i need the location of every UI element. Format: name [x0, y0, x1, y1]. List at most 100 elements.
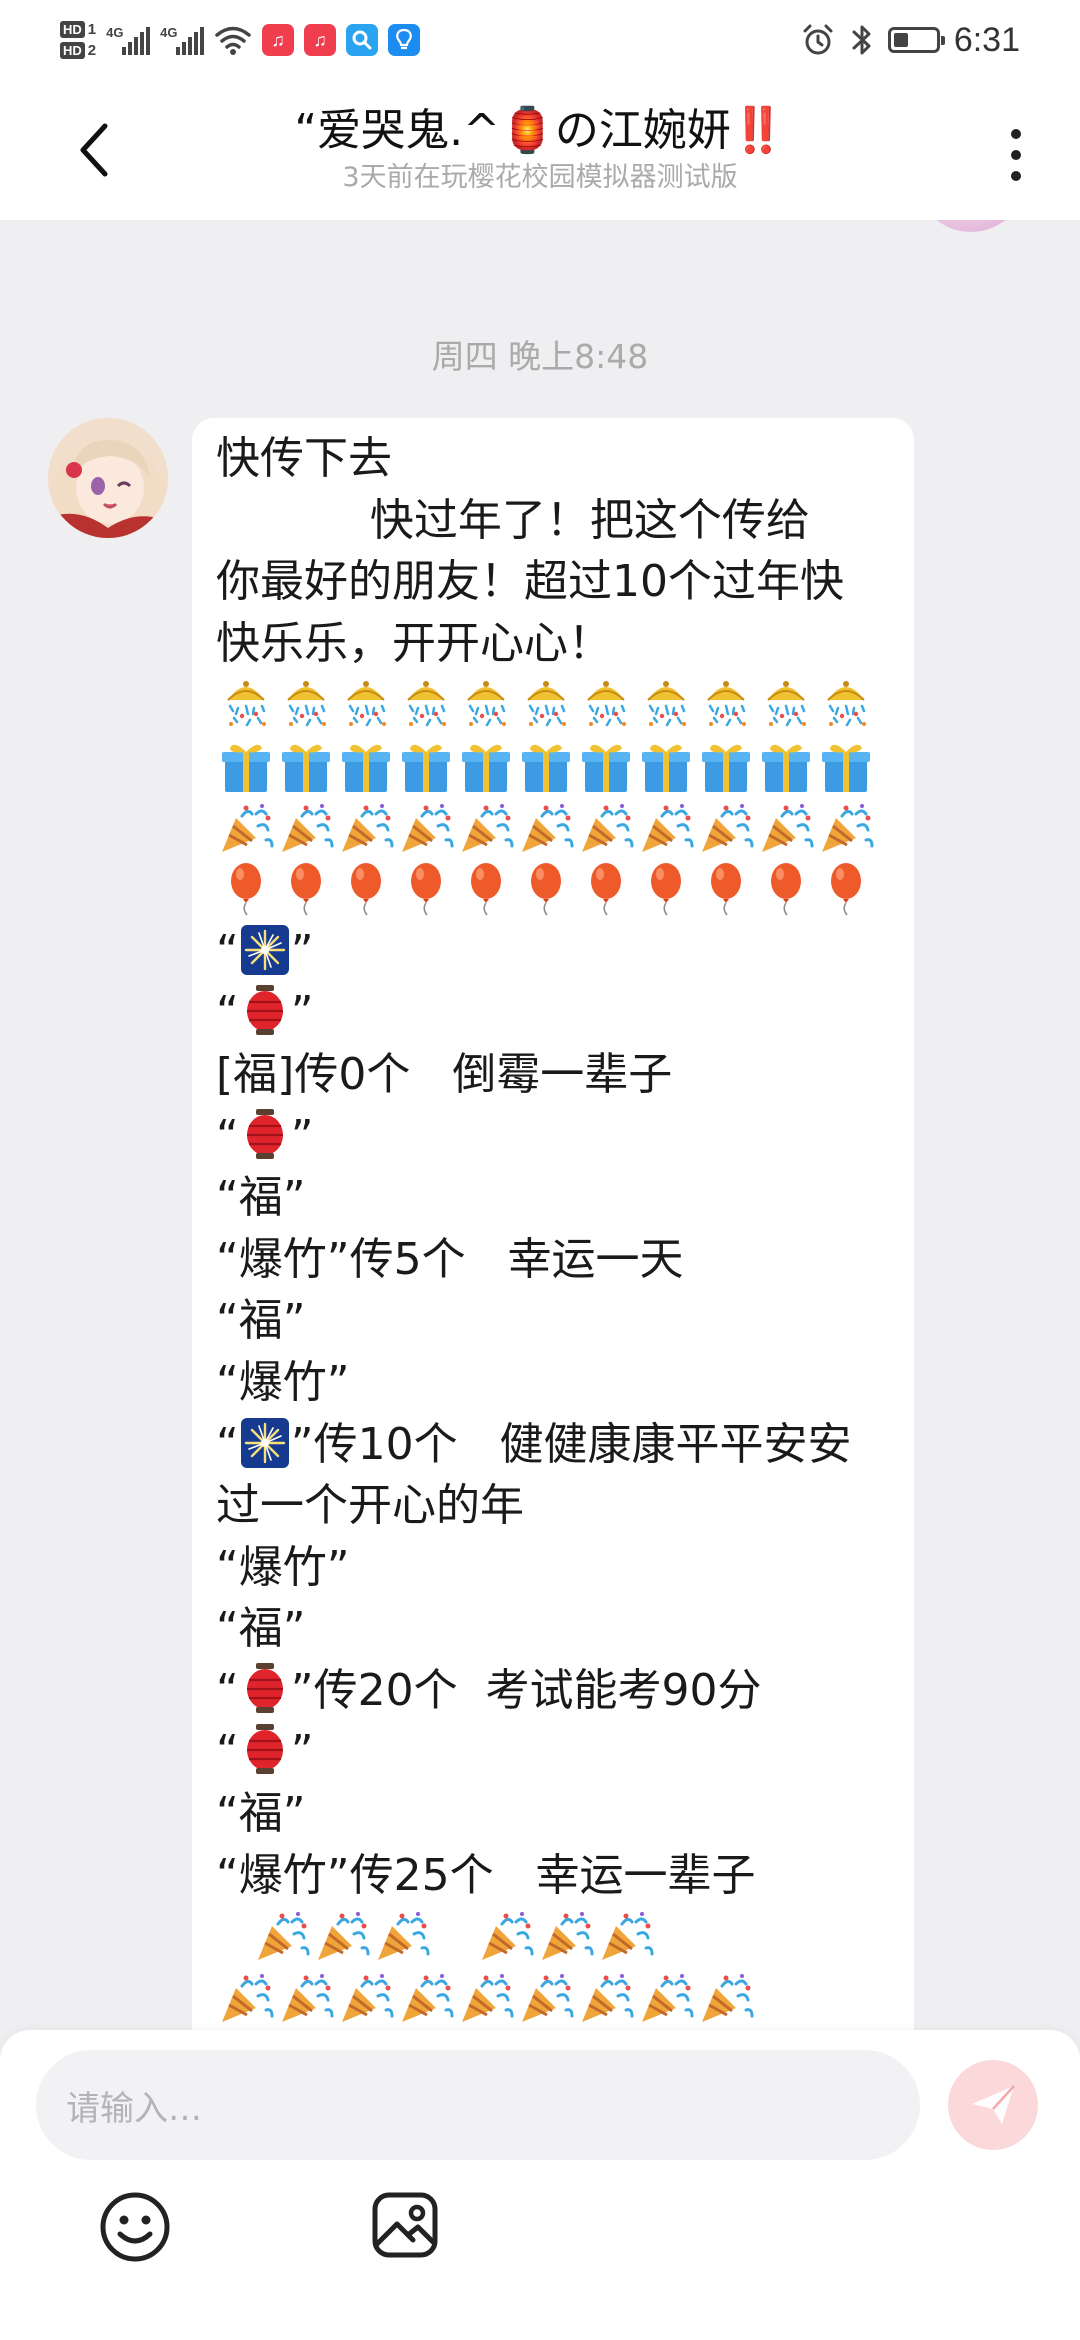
party-popper-icon	[756, 800, 816, 856]
more-options-button[interactable]	[996, 115, 1036, 195]
hd-num-2: 2	[87, 42, 97, 59]
party-popper-icon	[636, 1970, 696, 2026]
more-dot	[1011, 129, 1021, 139]
party-popper-icon	[516, 800, 576, 856]
message-line: 快传下去	[216, 433, 392, 484]
fu-line: “福”	[216, 1603, 306, 1655]
party-popper-icon	[696, 1970, 756, 2026]
gift-icon	[816, 738, 876, 794]
sparkler-icon	[239, 923, 291, 977]
confetti-ball-icon	[636, 676, 696, 732]
party-popper-row	[216, 1968, 892, 2030]
lantern-icon	[239, 1108, 291, 1162]
wifi-icon	[215, 26, 251, 55]
lantern-20-line: “ ”传20个 考试能考90分	[216, 1660, 892, 1722]
balloon-row	[216, 859, 892, 921]
party-popper-icon	[336, 800, 396, 856]
confetti-ball-icon	[816, 676, 876, 732]
message-line: “爆竹”传25个 幸运一辈子	[216, 1849, 756, 1901]
chat-area[interactable]: 周四 晚上8:48 快传下去 快过年了！把这个传给 你最好的朋友！超过10个过年…	[0, 220, 1080, 2030]
party-popper-row	[216, 1906, 892, 1968]
balloon-icon	[336, 861, 396, 917]
message-timestamp: 周四 晚上8:48	[431, 337, 649, 376]
party-popper-icon	[536, 1908, 596, 1964]
party-popper-icon	[696, 800, 756, 856]
gift-row	[216, 736, 892, 798]
sparkler-line: “”	[216, 921, 892, 983]
party-popper-icon	[396, 1970, 456, 2026]
quote-open: “	[216, 1418, 239, 1470]
confetti-ball-icon	[516, 676, 576, 732]
quote-open: “	[216, 1726, 239, 1778]
composer-panel: 请输入…	[0, 2030, 1080, 2340]
party-popper-row	[216, 798, 892, 860]
message-line: [福]传0个 倒霉一辈子	[216, 1048, 673, 1100]
quote-close: ”	[290, 1418, 314, 1470]
balloon-icon	[816, 861, 876, 917]
bulb-app-icon	[388, 24, 421, 56]
party-popper-icon	[456, 800, 516, 856]
message-line: “爆竹”传5个 幸运一天	[216, 1233, 684, 1285]
image-button[interactable]	[370, 2190, 440, 2260]
signal-1-icon: 4G	[106, 25, 151, 55]
message-line: 快过年了！把这个传给	[216, 494, 810, 546]
quote-open: “	[216, 987, 239, 1039]
party-popper-icon	[216, 1970, 276, 2026]
balloon-icon	[756, 861, 816, 917]
party-popper-icon	[372, 1908, 432, 1964]
alarm-icon	[803, 24, 833, 55]
gift-icon	[516, 738, 576, 794]
chat-header: “爱哭鬼.^🏮の江婉妍‼️ 3天前在玩樱花校园模拟器测试版	[0, 80, 1080, 220]
fu-line: “福”	[216, 1295, 306, 1347]
emoji-button[interactable]	[98, 2190, 172, 2264]
battery-level	[893, 33, 908, 47]
clock: 6:31	[953, 20, 1020, 59]
message-input[interactable]: 请输入…	[36, 2050, 920, 2160]
status-bar: HD 1 HD 2 4G 4G ♫ ♫ 6:31	[0, 0, 1080, 80]
chat-title: “爱哭鬼.^🏮の江婉妍‼️	[294, 105, 786, 156]
balloon-icon	[456, 861, 516, 917]
signal-2-label: 4G	[160, 25, 178, 40]
message-line: 过一个开心的年	[216, 1480, 524, 1532]
gift-icon	[276, 738, 336, 794]
sparkler-icon	[239, 1416, 291, 1470]
confetti-ball-icon	[396, 676, 456, 732]
previous-message-avatar[interactable]	[915, 220, 1027, 232]
sender-avatar[interactable]	[48, 418, 168, 538]
lantern-line: “”	[216, 1721, 892, 1783]
gift-icon	[216, 738, 276, 794]
party-popper-icon	[596, 1908, 656, 1964]
fu-line: “福”	[216, 1172, 306, 1224]
more-dot	[1011, 171, 1021, 181]
lantern-icon	[239, 984, 291, 1038]
message-line: 快乐乐，开开心心！	[216, 617, 612, 669]
balloon-icon	[516, 861, 576, 917]
sparkler-10-text: 传10个 健健康康平平安安	[313, 1418, 852, 1470]
party-popper-icon	[276, 800, 336, 856]
message-bubble[interactable]: 快传下去 快过年了！把这个传给 你最好的朋友！超过10个过年快 快乐乐，开开心心…	[192, 418, 914, 2030]
balloon-icon	[276, 861, 336, 917]
send-button[interactable]	[948, 2060, 1038, 2150]
chat-subtitle: 3天前在玩樱花校园模拟器测试版	[342, 162, 738, 193]
gift-icon	[756, 738, 816, 794]
gift-icon	[576, 738, 636, 794]
quote-close: ”	[290, 1110, 314, 1162]
title-block[interactable]: “爱哭鬼.^🏮の江婉妍‼️ 3天前在玩樱花校园模拟器测试版	[180, 102, 900, 196]
signal-2-icon: 4G	[160, 25, 205, 55]
back-button[interactable]	[60, 110, 130, 190]
party-popper-icon	[636, 800, 696, 856]
quote-open: “	[216, 1664, 239, 1716]
confetti-ball-icon	[756, 676, 816, 732]
hd-badge-2: HD	[60, 42, 85, 59]
balloon-icon	[696, 861, 756, 917]
party-popper-icon	[276, 1970, 336, 2026]
gift-icon	[396, 738, 456, 794]
party-popper-icon	[816, 800, 876, 856]
quote-close: ”	[290, 1664, 314, 1716]
gift-icon	[336, 738, 396, 794]
gift-icon	[456, 738, 516, 794]
lantern-line: “”	[216, 982, 892, 1044]
lantern-icon	[239, 1662, 291, 1716]
sparkler-10-line: “ ”传10个 健健康康平平安安	[216, 1414, 892, 1476]
signal-1-label: 4G	[106, 25, 124, 40]
